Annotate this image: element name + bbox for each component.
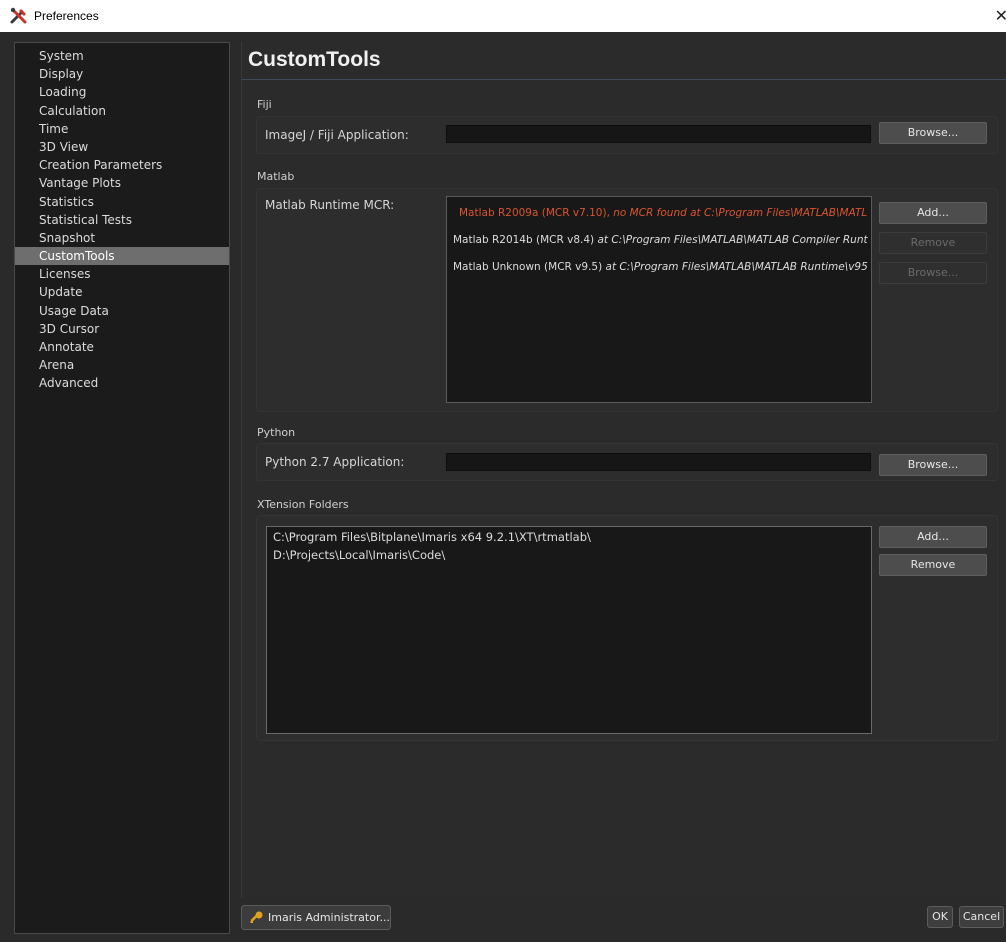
sidebar-item-time[interactable]: Time bbox=[15, 120, 229, 138]
preferences-sidebar: System Display Loading Calculation Time … bbox=[14, 42, 230, 934]
customtools-panel: CustomTools Fiji ImageJ / Fiji Applicati… bbox=[241, 42, 1006, 898]
window-title: Preferences bbox=[34, 9, 99, 23]
mcr-detail: at C:\Program Files\MATLAB\MATLAB Compil… bbox=[594, 234, 868, 246]
sidebar-item-creation-parameters[interactable]: Creation Parameters bbox=[15, 156, 229, 174]
sidebar-item-usage-data[interactable]: Usage Data bbox=[15, 302, 229, 320]
xtension-folder-list[interactable]: C:\Program Files\Bitplane\Imaris x64 9.2… bbox=[266, 526, 872, 734]
list-item[interactable]: Matlab R2009a (MCR v7.10), no MCR found … bbox=[459, 207, 867, 219]
sidebar-item-calculation[interactable]: Calculation bbox=[15, 102, 229, 120]
sidebar-item-update[interactable]: Update bbox=[15, 283, 229, 301]
matlab-browse-button[interactable]: Browse... bbox=[879, 262, 987, 284]
mcr-name: Matlab R2014b (MCR v8.4) bbox=[453, 234, 595, 246]
matlab-add-button[interactable]: Add... bbox=[879, 202, 987, 224]
python-group: Python 2.7 Application: Browse... bbox=[256, 443, 998, 481]
mcr-detail: at C:\Program Files\MATLAB\MATLAB Runtim… bbox=[602, 261, 868, 273]
imaris-administrator-button[interactable]: Imaris Administrator... bbox=[241, 905, 391, 930]
sidebar-item-customtools[interactable]: CustomTools bbox=[15, 247, 229, 266]
matlab-section-label: Matlab bbox=[257, 170, 295, 183]
mcr-name: Matlab R2009a (MCR v7.10), bbox=[459, 207, 610, 219]
fiji-browse-button[interactable]: Browse... bbox=[879, 122, 987, 144]
title-divider bbox=[242, 79, 1006, 80]
sidebar-item-loading[interactable]: Loading bbox=[15, 83, 229, 101]
xtension-add-button[interactable]: Add... bbox=[879, 526, 987, 548]
imaris-administrator-label: Imaris Administrator... bbox=[268, 911, 390, 924]
sidebar-item-advanced[interactable]: Advanced bbox=[15, 374, 229, 392]
xtension-group: C:\Program Files\Bitplane\Imaris x64 9.2… bbox=[256, 515, 998, 741]
fiji-group: ImageJ / Fiji Application: Browse... bbox=[256, 116, 998, 154]
matlab-remove-button[interactable]: Remove bbox=[879, 232, 987, 254]
sidebar-item-snapshot[interactable]: Snapshot bbox=[15, 229, 229, 247]
sidebar-item-annotate[interactable]: Annotate bbox=[15, 338, 229, 356]
key-icon bbox=[250, 911, 263, 923]
xtension-remove-button[interactable]: Remove bbox=[879, 554, 987, 576]
title-bar: Preferences ✕ bbox=[0, 0, 1006, 32]
fiji-app-input[interactable] bbox=[446, 125, 871, 143]
page-title: CustomTools bbox=[248, 48, 381, 71]
fiji-app-label: ImageJ / Fiji Application: bbox=[265, 128, 409, 142]
ok-button[interactable]: OK bbox=[927, 906, 953, 928]
sidebar-item-system[interactable]: System bbox=[15, 47, 229, 65]
sidebar-item-display[interactable]: Display bbox=[15, 65, 229, 83]
list-item[interactable]: Matlab Unknown (MCR v9.5) at C:\Program … bbox=[453, 261, 868, 273]
tools-icon bbox=[10, 7, 27, 24]
matlab-mcr-list[interactable]: Matlab R2009a (MCR v7.10), no MCR found … bbox=[446, 196, 872, 403]
cancel-button[interactable]: Cancel bbox=[959, 906, 1004, 928]
python-app-input[interactable] bbox=[446, 453, 871, 471]
sidebar-item-statistical-tests[interactable]: Statistical Tests bbox=[15, 211, 229, 229]
close-icon[interactable]: ✕ bbox=[995, 6, 1006, 25]
list-item[interactable]: D:\Projects\Local\Imaris\Code\ bbox=[273, 548, 445, 562]
fiji-section-label: Fiji bbox=[257, 98, 272, 111]
mcr-name: Matlab Unknown (MCR v9.5) bbox=[453, 261, 603, 273]
python-app-label: Python 2.7 Application: bbox=[265, 455, 405, 469]
xtension-section-label: XTension Folders bbox=[257, 498, 349, 511]
list-item[interactable]: Matlab R2014b (MCR v8.4) at C:\Program F… bbox=[453, 234, 868, 246]
python-browse-button[interactable]: Browse... bbox=[879, 454, 987, 476]
mcr-detail: no MCR found at C:\Program Files\MATLAB\… bbox=[609, 207, 868, 219]
list-item[interactable]: C:\Program Files\Bitplane\Imaris x64 9.2… bbox=[273, 530, 591, 544]
sidebar-item-statistics[interactable]: Statistics bbox=[15, 193, 229, 211]
sidebar-item-vantage-plots[interactable]: Vantage Plots bbox=[15, 174, 229, 192]
sidebar-item-licenses[interactable]: Licenses bbox=[15, 265, 229, 283]
sidebar-item-3d-view[interactable]: 3D View bbox=[15, 138, 229, 156]
python-section-label: Python bbox=[257, 426, 296, 439]
matlab-group: Matlab Runtime MCR: Matlab R2009a (MCR v… bbox=[256, 188, 998, 412]
sidebar-item-3d-cursor[interactable]: 3D Cursor bbox=[15, 320, 229, 338]
sidebar-list: System Display Loading Calculation Time … bbox=[15, 43, 229, 393]
sidebar-item-arena[interactable]: Arena bbox=[15, 356, 229, 374]
matlab-mcr-label: Matlab Runtime MCR: bbox=[265, 198, 395, 212]
